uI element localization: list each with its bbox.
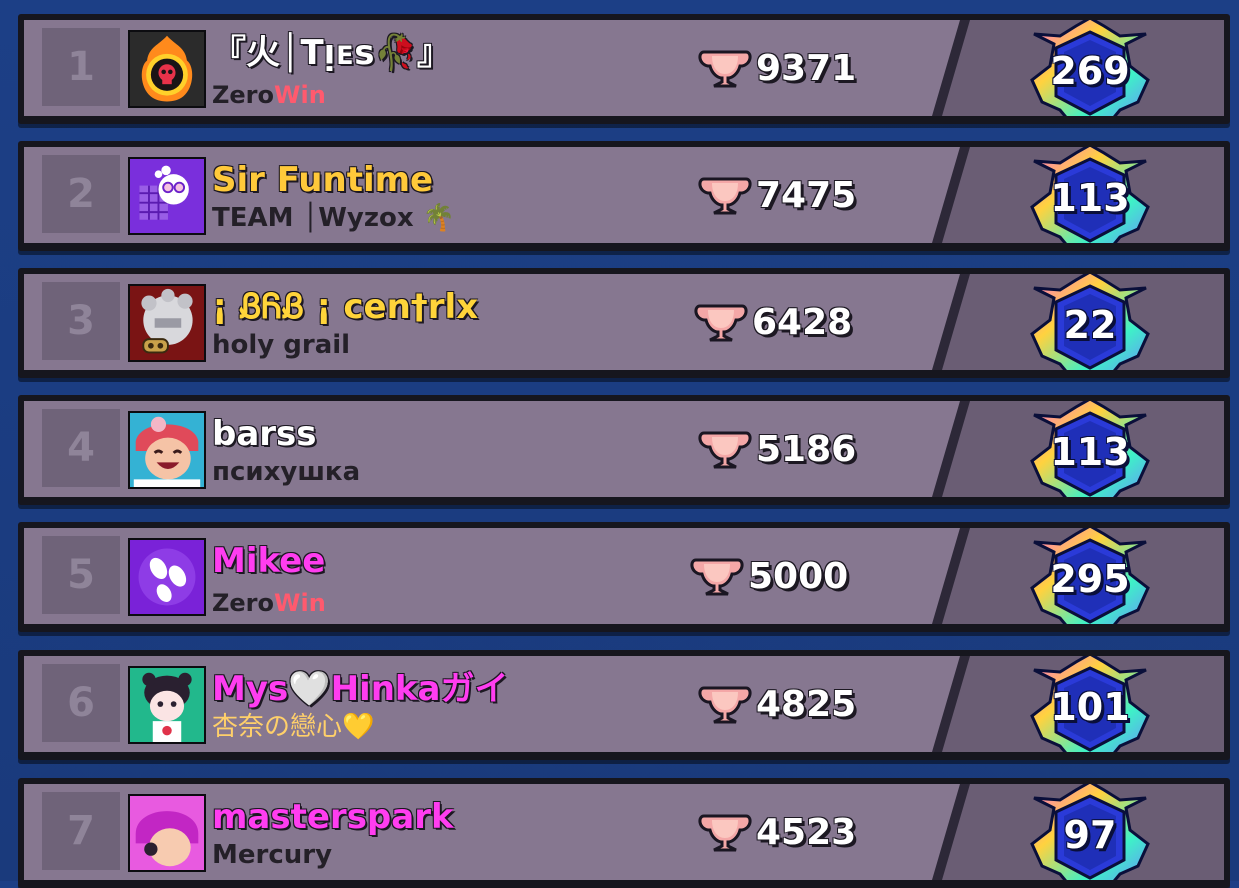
club-name: ZeroWin — [212, 81, 326, 109]
pink-hair-brawler-icon — [128, 794, 206, 872]
player-name: Mys🤍Hinkaガイ — [212, 669, 509, 709]
trophy-icon — [698, 814, 752, 852]
trophy-count-group: 5186 — [696, 423, 856, 475]
rank-box: 7 — [42, 792, 120, 870]
rank-box: 1 — [42, 28, 120, 106]
rank-box: 3 — [42, 282, 120, 360]
leaderboard-row-1[interactable]: 1 『火│Tᴉᴇs🥀』 ZeroWin 9371 269 — [18, 14, 1230, 124]
level-badge: 113 — [1020, 401, 1160, 497]
leaderboard-row-7[interactable]: 7 masterspark Mercury 4523 97 — [18, 778, 1230, 888]
player-name: 『火│Tᴉᴇs🥀』 — [212, 33, 451, 73]
leaderboard-row-6[interactable]: 6 Mys🤍Hinkaガイ 杏奈の戀心💛 4825 101 — [18, 650, 1230, 760]
level-badge: 97 — [1020, 784, 1160, 880]
laughing-brawler-icon — [128, 411, 206, 489]
trophy-count-group: 9371 — [696, 42, 856, 94]
club-name: психушка — [212, 457, 361, 487]
trophy-count: 5000 — [748, 555, 849, 597]
trophy-icon — [698, 431, 752, 469]
trophy-count-group: 4825 — [696, 678, 856, 730]
trophy-count-group: 6428 — [692, 296, 852, 348]
rank-box: 5 — [42, 536, 120, 614]
player-name: masterspark — [212, 797, 454, 837]
footprints-icon — [128, 538, 206, 616]
club-name: ZeroWin — [212, 589, 326, 617]
player-level: 101 — [1050, 685, 1130, 729]
leaderboard-row-2[interactable]: 2 Sir Funtime TEAM │Wyzox 🌴 7475 113 — [18, 141, 1230, 251]
trophy-count: 5186 — [756, 428, 857, 470]
trophy-count-group: 7475 — [696, 169, 856, 221]
club-name: Mercury — [212, 840, 333, 870]
trophy-icon — [698, 686, 752, 724]
level-badge: 269 — [1020, 20, 1160, 116]
player-name: Sir Funtime — [212, 160, 434, 200]
robot-brawler-icon — [128, 284, 206, 362]
rank-number: 1 — [67, 44, 95, 90]
club-name: TEAM │Wyzox 🌴 — [212, 203, 456, 233]
level-badge: 22 — [1020, 274, 1160, 370]
flaming-skull-icon — [128, 30, 206, 108]
rank-number: 2 — [67, 171, 95, 217]
trophy-icon — [698, 177, 752, 215]
club-name: 杏奈の戀心💛 — [212, 712, 375, 742]
rank-number: 7 — [67, 808, 95, 854]
trophy-count: 6428 — [752, 301, 853, 343]
rank-number: 5 — [67, 552, 95, 598]
panda-girl-icon — [128, 666, 206, 744]
player-level: 97 — [1063, 813, 1117, 857]
rank-number: 4 — [67, 425, 95, 471]
purple-character-icon — [128, 157, 206, 235]
player-level: 295 — [1050, 557, 1130, 601]
player-name: Mikee — [212, 541, 326, 581]
trophy-count-group: 5000 — [688, 550, 848, 602]
trophy-icon — [694, 304, 748, 342]
leaderboard-row-3[interactable]: 3 ¡ ᏰᏲᏰ ¡ cen†rlx holy grail 6428 22 — [18, 268, 1230, 378]
trophy-icon — [698, 50, 752, 88]
player-level: 113 — [1050, 176, 1130, 220]
trophy-count: 4825 — [756, 683, 857, 725]
trophy-count: 9371 — [756, 47, 857, 89]
rank-number: 6 — [67, 680, 95, 726]
club-name: holy grail — [212, 330, 351, 360]
player-level: 269 — [1050, 49, 1130, 93]
trophy-count: 4523 — [756, 811, 857, 853]
leaderboard-row-5[interactable]: 5 Mikee ZeroWin 5000 295 — [18, 522, 1230, 632]
player-name: ¡ ᏰᏲᏰ ¡ cen†rlx — [212, 287, 479, 327]
leaderboard: 1 『火│Tᴉᴇs🥀』 ZeroWin 9371 269 2 Sir Funti… — [0, 0, 1239, 888]
level-badge: 295 — [1020, 528, 1160, 624]
level-badge: 113 — [1020, 147, 1160, 243]
trophy-count: 7475 — [756, 174, 857, 216]
level-badge: 101 — [1020, 656, 1160, 752]
player-level: 22 — [1063, 303, 1117, 347]
player-level: 113 — [1050, 430, 1130, 474]
player-name: barss — [212, 414, 317, 454]
leaderboard-row-4[interactable]: 4 barss психушка 5186 113 — [18, 395, 1230, 505]
rank-box: 2 — [42, 155, 120, 233]
rank-number: 3 — [67, 298, 95, 344]
trophy-count-group: 4523 — [696, 806, 856, 858]
rank-box: 6 — [42, 664, 120, 742]
rank-box: 4 — [42, 409, 120, 487]
trophy-icon — [690, 558, 744, 596]
